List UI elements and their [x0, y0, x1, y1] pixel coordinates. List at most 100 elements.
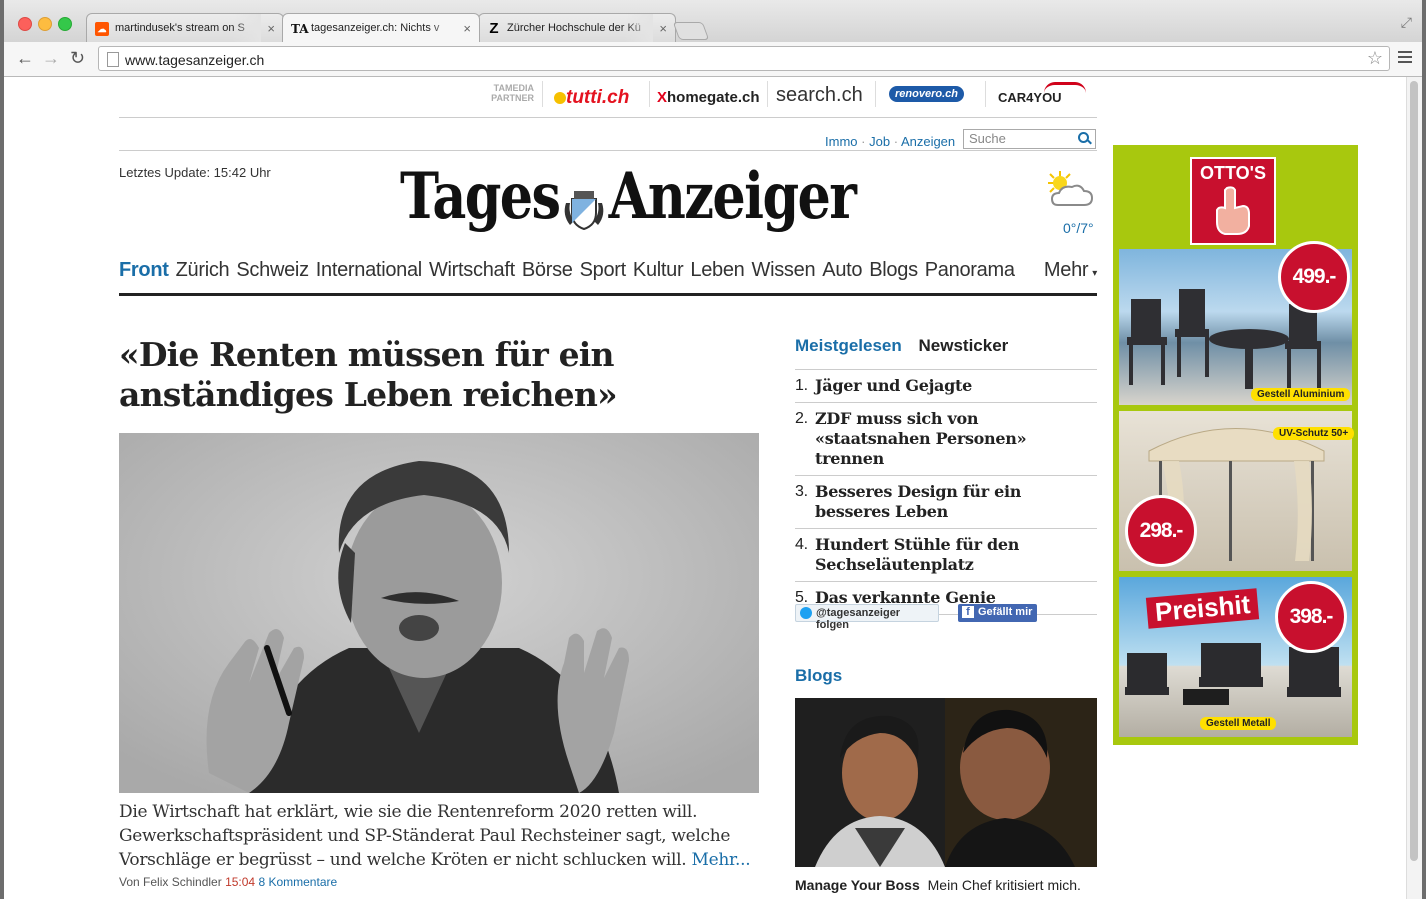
list-item[interactable]: 3. Besseres Design für ein besseres Leben	[795, 475, 1097, 528]
blog-photo-illustration	[795, 698, 1097, 867]
nav-international[interactable]: International	[316, 259, 422, 281]
page-content: TAMEDIA PARTNER tutti.ch Xhomegate.ch se…	[4, 77, 1407, 899]
facebook-like-button[interactable]: f Gefällt mir	[958, 604, 1037, 622]
pointing-hand-icon	[1216, 186, 1250, 235]
ottos-logo: OTTO'S	[1190, 157, 1276, 245]
tutti-logo[interactable]: tutti.ch	[554, 87, 629, 109]
blog-name: Manage Your Boss	[795, 877, 920, 893]
search-placeholder: Suche	[969, 131, 1006, 146]
nav-boerse[interactable]: Börse	[522, 259, 573, 281]
blog-caption[interactable]: Manage Your Boss Mein Chef kritisiert mi…	[795, 877, 1081, 893]
new-tab-button[interactable]	[672, 22, 710, 40]
nav-kultur[interactable]: Kultur	[633, 259, 684, 281]
read-more-link[interactable]: Mehr...	[692, 850, 751, 870]
close-tab-icon[interactable]: ×	[659, 21, 667, 36]
blog-teaser: Mein Chef kritisiert mich.	[927, 877, 1081, 893]
link-anzeigen[interactable]: Anzeigen	[901, 134, 955, 149]
homegate-logo[interactable]: Xhomegate.ch	[657, 89, 760, 106]
renovero-logo[interactable]: renovero.ch	[889, 86, 964, 102]
sun-cloud-icon	[1048, 171, 1094, 206]
close-window-button[interactable]	[18, 17, 32, 31]
author: Von Felix Schindler	[119, 875, 222, 889]
scrollbar-thumb[interactable]	[1410, 81, 1418, 861]
nav-more[interactable]: Mehr ▾	[1044, 259, 1097, 282]
partner-label: TAMEDIA PARTNER	[491, 83, 534, 103]
nav-blogs[interactable]: Blogs	[869, 259, 918, 281]
zoom-window-button[interactable]	[58, 17, 72, 31]
homegate-x-icon: X	[657, 89, 668, 106]
forward-icon[interactable]: →	[42, 48, 60, 68]
twitter-icon	[800, 607, 812, 619]
browser-toolbar: ← → ↻ www.tagesanzeiger.ch ☆	[4, 42, 1422, 77]
ad-tag: Gestell Aluminium	[1251, 388, 1351, 401]
blogs-heading[interactable]: Blogs	[795, 666, 842, 686]
soundcloud-icon: ☁	[95, 22, 109, 36]
car-icon	[1044, 82, 1086, 93]
tab-newsticker[interactable]: Newsticker	[919, 336, 1009, 355]
page-icon	[107, 52, 119, 67]
chevron-down-icon: ▾	[1092, 268, 1097, 279]
twitter-follow-button[interactable]: @tagesanzeiger folgen	[795, 604, 939, 631]
nav-sport[interactable]: Sport	[580, 259, 627, 281]
tab-title: Zürcher Hochschule der Kü	[507, 22, 641, 34]
ad-tag: Gestell Metall	[1200, 717, 1277, 730]
nav-schweiz[interactable]: Schweiz	[236, 259, 309, 281]
tab-tagesanzeiger[interactable]: TA tagesanzeiger.ch: Nichts v ×	[282, 13, 480, 42]
article-byline: Von Felix Schindler 15:04 8 Kommentare	[119, 875, 337, 889]
article-headline[interactable]: «Die Renten müssen für ein anständiges L…	[119, 335, 759, 415]
back-icon[interactable]: ←	[16, 48, 34, 68]
nav-zurich[interactable]: Zürich	[176, 259, 230, 281]
zurich-crest-icon	[564, 191, 604, 231]
facebook-icon: f	[962, 606, 974, 618]
fullscreen-icon[interactable]: ⤢	[1401, 14, 1412, 31]
price-badge: 499.-	[1278, 241, 1350, 313]
tab-bar: ☁ martindusek's stream on S × TA tagesan…	[4, 0, 1422, 42]
blog-image[interactable]	[795, 698, 1097, 867]
article-lead: Die Wirtschaft hat erklärt, wie sie die …	[119, 802, 751, 870]
list-item[interactable]: 2. ZDF muss sich von «staatsnahen Persone…	[795, 402, 1097, 475]
address-bar[interactable]: www.tagesanzeiger.ch ☆	[98, 46, 1390, 71]
search-input[interactable]: Suche	[963, 129, 1096, 149]
most-read-list: 1. Jäger und Gejagte 2. ZDF muss sich von …	[795, 369, 1097, 615]
tab-meistgelesen[interactable]: Meistgelesen	[795, 336, 902, 355]
comments-link[interactable]: 8 Kommentare	[258, 875, 337, 889]
tab-soundcloud[interactable]: ☁ martindusek's stream on S ×	[86, 13, 284, 42]
tab-zhdk[interactable]: Z Zürcher Hochschule der Kü ×	[478, 13, 676, 42]
link-job[interactable]: Job	[869, 134, 890, 149]
article-photo[interactable]	[119, 433, 759, 793]
tagesanzeiger-icon: TA	[291, 22, 309, 36]
ad-tag: UV-Schutz 50+	[1273, 427, 1355, 440]
ad-banner[interactable]: OTTO'S 499.- Gestell Aluminium 298.- UV-…	[1113, 145, 1358, 745]
ranking-tabs: Meistgelesen Newsticker	[795, 336, 1008, 356]
menu-icon[interactable]	[1398, 51, 1412, 66]
close-tab-icon[interactable]: ×	[463, 21, 471, 36]
nav-auto[interactable]: Auto	[822, 259, 862, 281]
tab-title: martindusek's stream on S	[115, 22, 245, 34]
last-update: Letztes Update: 15:42 Uhr	[119, 165, 271, 180]
nav-wirtschaft[interactable]: Wirtschaft	[429, 259, 515, 281]
publish-time: 15:04	[225, 875, 256, 889]
url-text: www.tagesanzeiger.ch	[125, 52, 265, 68]
search-ch-logo[interactable]: search.ch	[776, 84, 863, 107]
minimize-window-button[interactable]	[38, 17, 52, 31]
nav-wissen[interactable]: Wissen	[752, 259, 816, 281]
price-badge: 298.-	[1125, 495, 1197, 567]
portrait-illustration	[119, 433, 759, 793]
tab-title: tagesanzeiger.ch: Nichts v	[311, 22, 440, 34]
tutti-icon	[554, 92, 566, 104]
reload-icon[interactable]: ↻	[70, 48, 85, 68]
temperature: 0°/7°	[1063, 220, 1094, 236]
list-item[interactable]: 4. Hundert Stühle für den Sechseläutenpla…	[795, 528, 1097, 581]
bookmark-star-icon[interactable]: ☆	[1367, 48, 1383, 69]
nav-panorama[interactable]: Panorama	[925, 259, 1015, 281]
link-immo[interactable]: Immo	[825, 134, 858, 149]
page-scrollbar[interactable]	[1406, 77, 1422, 899]
nav-leben[interactable]: Leben	[690, 259, 744, 281]
list-item[interactable]: 1. Jäger und Gejagte	[795, 369, 1097, 402]
browser-window: ☁ martindusek's stream on S × TA tagesan…	[4, 0, 1422, 899]
site-logo[interactable]: Tages Anzeiger	[400, 159, 857, 234]
close-tab-icon[interactable]: ×	[267, 21, 275, 36]
search-icon[interactable]	[1078, 132, 1089, 143]
zhdk-icon: Z	[489, 20, 499, 37]
nav-front[interactable]: Front	[119, 259, 169, 281]
